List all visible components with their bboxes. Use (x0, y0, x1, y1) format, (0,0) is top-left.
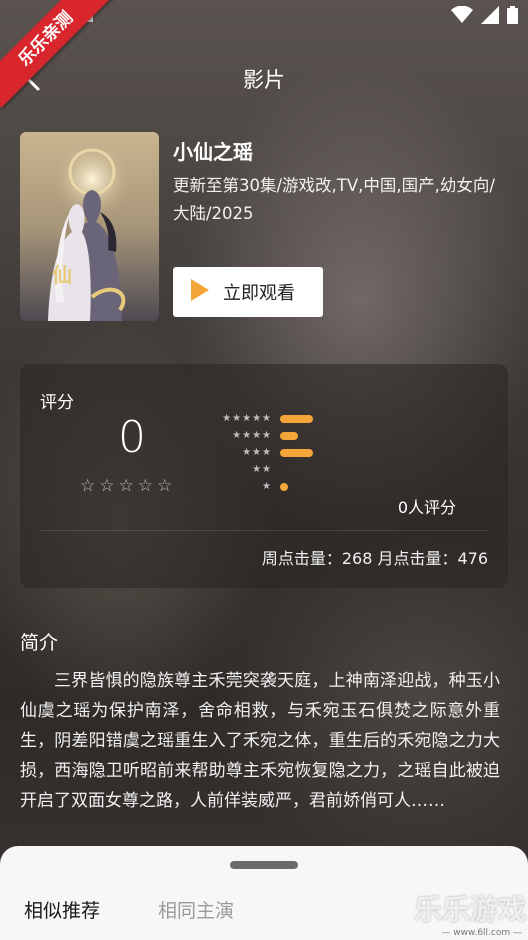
rating-stars: ☆☆☆☆☆ (80, 476, 177, 496)
movie-meta: 更新至第30集/游戏改,TV,中国,国产,幼女向/大陆/2025 (173, 176, 495, 223)
watch-now-button[interactable]: 立即观看 (173, 267, 323, 317)
drag-handle[interactable] (230, 861, 298, 869)
status-bar (451, 6, 518, 24)
intro-heading: 简介 (20, 632, 59, 654)
distribution-stars: ★★★★ (232, 430, 272, 441)
rating-score: 0 (118, 412, 146, 463)
distribution-stars: ★★★ (242, 447, 272, 458)
watermark-main: 乐乐游戏 (413, 893, 526, 926)
distribution-bar (280, 431, 298, 440)
click-stats: 周点击量：268 月点击量：476 (261, 549, 488, 568)
distribution-stars: ★★★★★ (222, 413, 272, 424)
wifi-icon (451, 6, 473, 24)
distribution-row: ★★ (206, 461, 313, 478)
svg-text:仙: 仙 (52, 263, 72, 287)
watch-now-label: 立即观看 (223, 283, 295, 304)
top-bar: 影片 (0, 50, 528, 106)
rating-count: 0人评分 (397, 498, 456, 517)
page-title: 影片 (243, 68, 285, 92)
distribution-bar (280, 448, 313, 457)
tab-similar[interactable]: 相似推荐 (24, 896, 100, 923)
distribution-bar (280, 482, 288, 491)
watermark: 乐乐游戏 — www.6ll.com — (408, 860, 528, 940)
play-icon (191, 278, 209, 306)
distribution-row: ★ (206, 478, 313, 495)
distribution-stars: ★ (262, 481, 272, 492)
intro-text: 三界皆惧的隐族尊主禾莞突袭天庭，上神南泽迎战，种玉小仙虞之瑶为保护南泽，舍命相救… (20, 671, 500, 811)
battery-icon (507, 6, 518, 24)
distribution-row: ★★★ (206, 444, 313, 461)
distribution-row: ★★★★★ (206, 410, 313, 427)
rating-distribution: ★★★★★ ★★★★ ★★★ ★★ ★ (206, 410, 313, 495)
rating-label: 评分 (40, 393, 74, 413)
watermark-sub: — www.6ll.com — (441, 928, 522, 938)
divider (40, 530, 488, 531)
distribution-row: ★★★★ (206, 427, 313, 444)
signal-icon (481, 6, 499, 24)
distribution-bar (280, 414, 313, 423)
tab-same-cast[interactable]: 相同主演 (158, 896, 234, 923)
rating-card: 评分 0 ☆☆☆☆☆ ★★★★★ ★★★★ ★★★ ★★ ★ 0人评分 周点击量：268… (20, 364, 508, 588)
movie-title: 小仙之瑶 (173, 140, 253, 164)
poster-image[interactable]: 仙 (20, 132, 159, 321)
distribution-stars: ★★ (252, 464, 272, 475)
